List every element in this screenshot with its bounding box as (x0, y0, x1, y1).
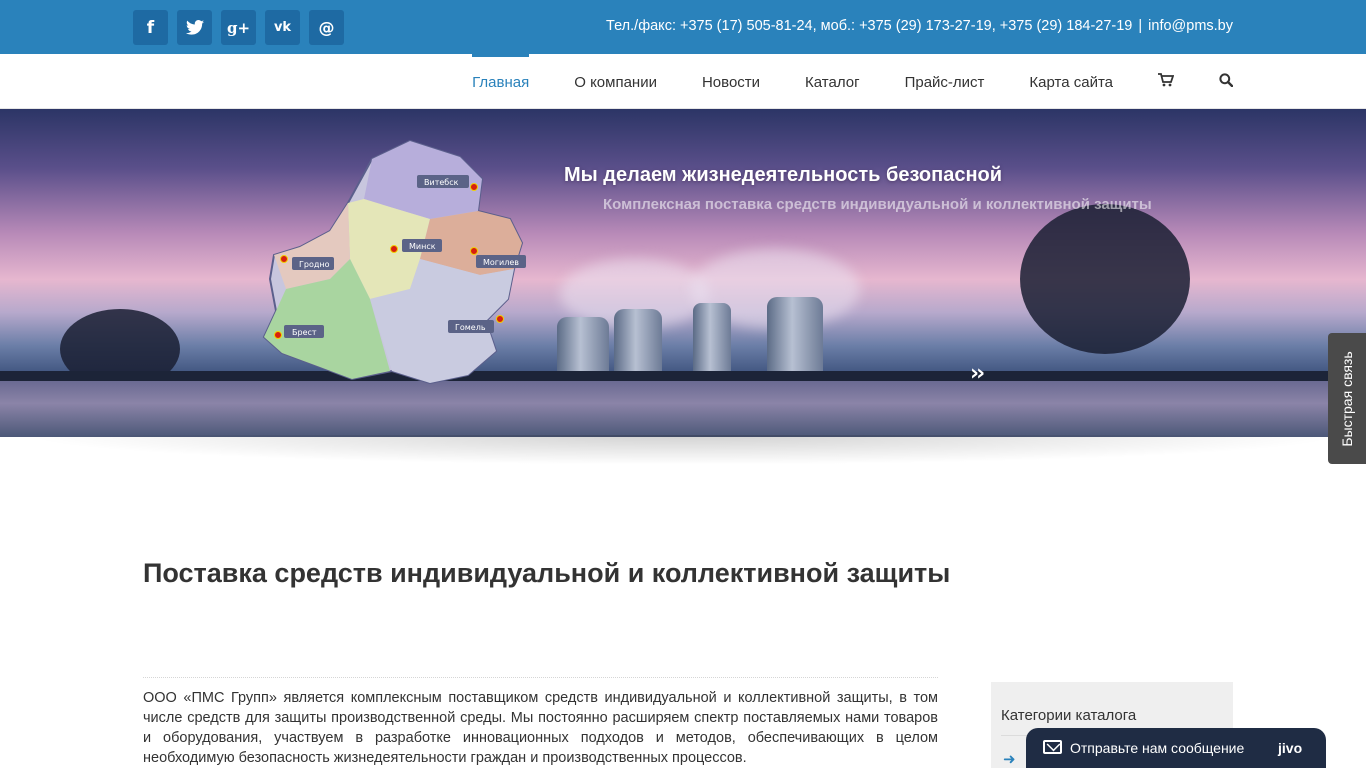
map-label-grodno: Гродно (299, 260, 330, 269)
contacts-separator: | (1138, 18, 1143, 34)
top-bar: f g+ vk @ Тел./факс: +375 (17) 505-81-24… (0, 0, 1366, 54)
nav-item-sitemap[interactable]: Карта сайта (1029, 54, 1113, 109)
search-icon[interactable] (1219, 72, 1234, 91)
social-links: f g+ vk @ (133, 10, 344, 45)
cooling-tower (693, 303, 731, 377)
intro-text: ООО «ПМС Групп» является комплексным пос… (143, 690, 938, 766)
phones-text: Тел./факс: +375 (17) 505-81-24, моб.: +3… (606, 18, 1133, 34)
cooling-tower (614, 309, 662, 377)
tree-silhouette (1020, 204, 1190, 354)
map-label-mogilev: Могилев (483, 258, 519, 267)
hero-slider: Витебск Гродно Минск Могилев Брест Гомел… (0, 109, 1366, 437)
envelope-icon (1043, 740, 1062, 754)
cooling-tower (557, 317, 609, 377)
vk-icon[interactable]: vk (265, 10, 300, 45)
slider-next-arrow[interactable]: ›› (970, 361, 985, 386)
arrow-right-icon[interactable]: ➜ (1003, 750, 1016, 768)
chat-brand: jivo (1278, 740, 1303, 756)
email-link[interactable]: info@pms.by (1148, 18, 1233, 34)
google-plus-icon[interactable]: g+ (221, 10, 256, 45)
page-title: Поставка средств индивидуальной и коллек… (143, 558, 951, 588)
hero-subtitle: Комплексная поставка средств индивидуаль… (603, 196, 1152, 213)
twitter-icon[interactable] (177, 10, 212, 45)
facebook-icon[interactable]: f (133, 10, 168, 45)
nav-item-home[interactable]: Главная (472, 54, 530, 109)
belarus-map: Витебск Гродно Минск Могилев Брест Гомел… (262, 139, 526, 384)
main-menu: Главная О компании Новости Каталог Прайс… (427, 54, 1234, 109)
cooling-tower (767, 297, 823, 377)
main-navbar: Главная О компании Новости Каталог Прайс… (0, 54, 1366, 109)
map-label-vitebsk: Витебск (424, 178, 459, 187)
nav-item-news[interactable]: Новости (702, 54, 760, 109)
map-label-gomel: Гомель (455, 323, 486, 332)
map-label-brest: Брест (292, 328, 317, 337)
chat-widget[interactable]: Отправьте нам сообщение jivo (1026, 728, 1326, 768)
river (0, 381, 1366, 437)
contacts: Тел./факс: +375 (17) 505-81-24, моб.: +3… (606, 18, 1233, 34)
quick-contact-label: Быстрая связь (1339, 350, 1355, 447)
catalog-categories-title: Категории каталога (1001, 707, 1137, 724)
nav-item-price-list[interactable]: Прайс-лист (905, 54, 985, 109)
chat-label: Отправьте нам сообщение (1070, 740, 1245, 756)
hero-title: Мы делаем жизнедеятельность безопасной (564, 164, 1003, 186)
content-divider (143, 677, 938, 678)
quick-contact-tab[interactable]: Быстрая связь (1328, 333, 1366, 464)
nav-item-catalog[interactable]: Каталог (805, 54, 860, 109)
hero-shadow (20, 435, 1346, 465)
map-label-minsk: Минск (409, 242, 436, 251)
nav-item-about[interactable]: О компании (574, 54, 657, 109)
email-icon[interactable]: @ (309, 10, 344, 45)
cart-icon[interactable] (1158, 72, 1175, 91)
